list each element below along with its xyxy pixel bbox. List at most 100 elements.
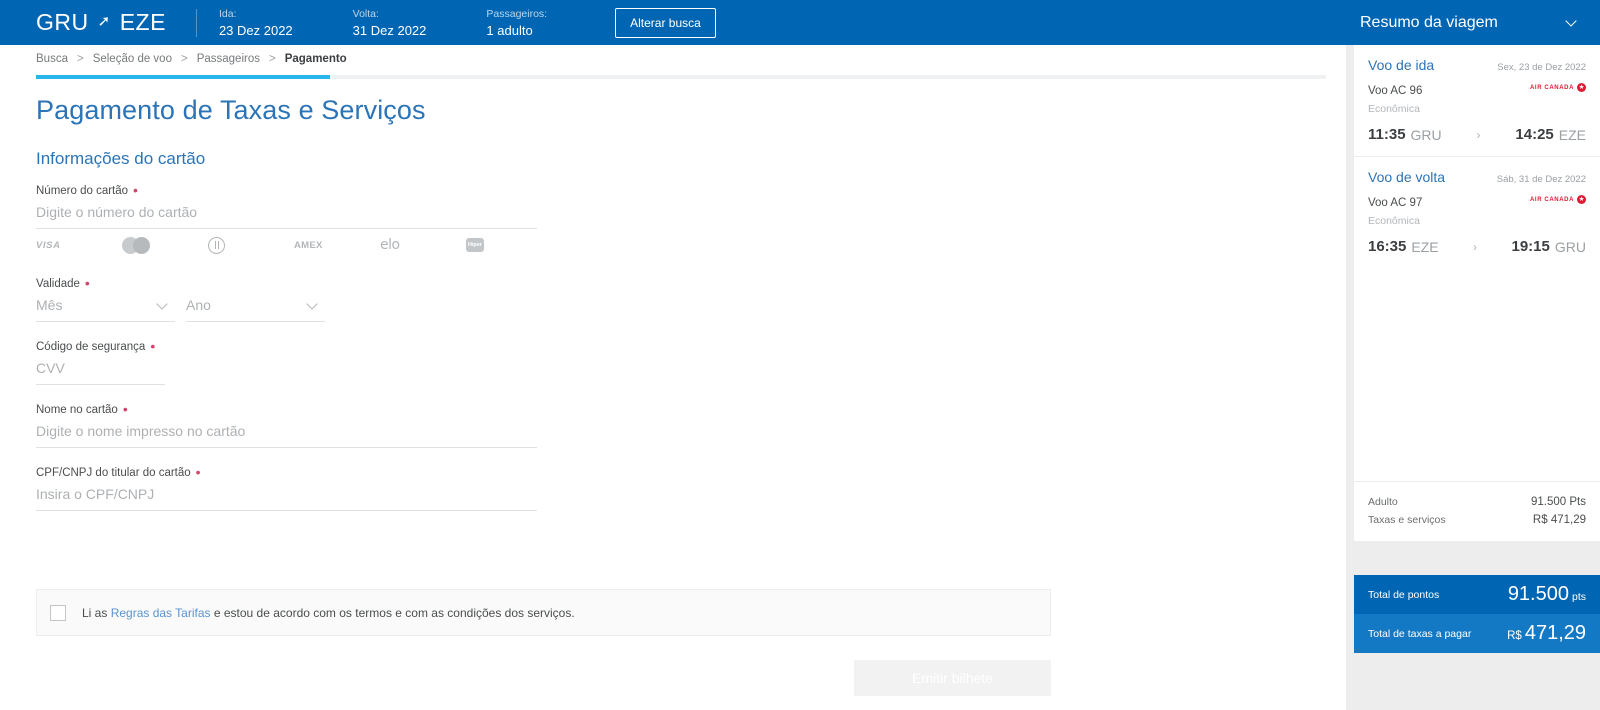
destination-code: EZE (119, 9, 166, 35)
return-flight-header: Voo de volta Sáb, 31 de Dez 2022 (1368, 169, 1586, 185)
inbound-date-label: Volta: (352, 7, 379, 20)
breadcrumb-wrapper: Busca > Seleção de voo > Passageiros > P… (36, 53, 347, 65)
card-name-label: Nome no cartão • (36, 401, 128, 417)
outbound-date-field: Ida: 23 Dez 2022 (219, 7, 293, 39)
outbound-flight-header: Voo de ida Sex, 23 de Dez 2022 (1368, 57, 1586, 73)
total-cash-amount: R$ 471,29 (1507, 622, 1586, 645)
route-summary: GRU ➚ EZE (36, 9, 166, 36)
breakdown-value: 91.500 Pts (1531, 496, 1586, 508)
total-cash-value: 471,29 (1524, 622, 1586, 644)
change-search-button[interactable]: Alterar busca (615, 7, 716, 38)
document-input[interactable] (36, 479, 537, 511)
return-arrive-time: 19:15 (1511, 238, 1550, 255)
inbound-date-value: 31 Dez 2022 (352, 22, 427, 38)
visa-logo-text: VISA (36, 239, 61, 251)
trip-summary-toggle[interactable]: Resumo da viagem (1346, 0, 1600, 45)
elo-logo-text: elo (380, 237, 400, 253)
card-form: Número do cartão • VISA AMEX (36, 182, 1046, 511)
card-name-label-text: Nome no cartão (36, 404, 118, 416)
return-flight-block: Voo de volta Sáb, 31 de Dez 2022 Voo AC … (1354, 156, 1600, 268)
card-name-field: Nome no cartão • (36, 401, 1046, 448)
return-flight-cabin: Econômica (1368, 215, 1420, 227)
total-cash-currency: R$ (1507, 630, 1522, 642)
amex-logo-text: AMEX (294, 239, 323, 251)
divider (195, 8, 197, 37)
breakdown-label: Taxas e serviços (1368, 514, 1446, 526)
outbound-date-label: Ida: (218, 7, 237, 20)
top-bar: GRU ➚ EZE Ida: 23 Dez 2022 Volta: 31 Dez… (0, 0, 1600, 45)
document-field: CPF/CNPJ do titular do cartão • (36, 465, 1046, 511)
breadcrumb-item-passageiros[interactable]: Passageiros (197, 53, 260, 65)
document-label-text: CPF/CNPJ do titular do cartão (36, 467, 191, 479)
terms-text: Li as Regras das Tarifas e estou de acor… (82, 606, 575, 620)
month-select[interactable]: Mês (36, 290, 175, 322)
passengers-label: Passageiros: (486, 7, 548, 20)
section-title-card-info: Informações do cartão (36, 149, 206, 168)
plane-icon: ➚ (97, 13, 111, 30)
breakdown-row-taxas: Taxas e serviços R$ 471,29 (1368, 511, 1586, 529)
inbound-date-field: Volta: 31 Dez 2022 (353, 7, 427, 39)
validity-selects-row: Mês Ano (36, 290, 1046, 322)
breadcrumb-separator: > (269, 53, 276, 65)
outbound-arrive-airport: EZE (1558, 126, 1586, 143)
elo-logo-icon: elo (380, 236, 466, 254)
total-cash-bar: Total de taxas a pagar R$ 471,29 (1354, 614, 1600, 653)
progress-track (36, 75, 1326, 79)
breadcrumb-separator: > (180, 53, 188, 65)
outbound-flight-block: Voo de ida Sex, 23 de Dez 2022 Voo AC 96… (1354, 45, 1600, 156)
outbound-date-value: 23 Dez 2022 (218, 22, 293, 38)
validity-label: Validade • (36, 275, 90, 291)
outbound-flight-subheader: Voo AC 96 Econômica AIR CANADA ★ (1368, 81, 1586, 117)
return-flight-date: Sáb, 31 de Dez 2022 (1496, 174, 1586, 185)
main-content: Busca > Seleção de voo > Passageiros > P… (0, 45, 1346, 710)
return-flight-number: Voo AC 97 (1368, 197, 1423, 209)
maple-leaf-icon: ★ (1577, 195, 1586, 204)
breadcrumb-separator: > (76, 53, 84, 65)
outbound-depart-airport: GRU (1410, 126, 1442, 143)
return-depart-time: 16:35 (1368, 238, 1407, 255)
breadcrumb-item-selecao-de-voo[interactable]: Seleção de voo (93, 53, 172, 65)
air-canada-logo: AIR CANADA ★ (1530, 195, 1586, 204)
total-cash-label: Total de taxas a pagar (1368, 627, 1472, 640)
breadcrumb: Busca > Seleção de voo > Passageiros > P… (36, 53, 347, 65)
outbound-flight-times: 11:35 GRU › 14:25 EZE (1368, 126, 1586, 143)
visa-logo-icon: VISA (36, 236, 122, 254)
sidebar-gap (1354, 541, 1600, 575)
breakdown-value: R$ 471,29 (1532, 514, 1586, 526)
total-points-amount: 91.500 pts (1508, 583, 1586, 606)
diners-logo-icon (208, 236, 294, 254)
security-code-input[interactable] (36, 353, 165, 385)
page-title: Pagamento de Taxas e Serviços (36, 95, 426, 125)
outbound-depart-time: 11:35 (1368, 126, 1406, 143)
trip-summary-sidebar: Voo de ida Sex, 23 de Dez 2022 Voo AC 96… (1346, 45, 1600, 710)
card-number-field: Número do cartão • (36, 182, 1046, 229)
trip-summary-title: Resumo da viagem (1360, 13, 1498, 31)
card-number-input[interactable] (36, 197, 537, 229)
breadcrumb-item-pagamento: Pagamento (284, 53, 347, 65)
terms-text-after: e estou de acordo com os termos e com as… (210, 605, 575, 620)
total-points-bar: Total de pontos 91.500 pts (1354, 575, 1600, 614)
breadcrumb-item-busca[interactable]: Busca (36, 53, 68, 65)
chevron-down-icon (1567, 17, 1578, 28)
return-flight-meta: Voo AC 97 Econômica (1368, 193, 1422, 229)
issue-ticket-button[interactable]: Emitir bilhete (854, 660, 1051, 696)
return-flight-subheader: Voo AC 97 Econômica AIR CANADA ★ (1368, 193, 1586, 229)
amex-logo-icon: AMEX (294, 236, 380, 254)
accepted-card-brands: VISA AMEX elo Hiper (36, 231, 537, 259)
fare-rules-link[interactable]: Regras das Tarifas (111, 606, 211, 620)
return-arrive-airport: GRU (1554, 238, 1586, 255)
card-name-input[interactable] (36, 416, 537, 448)
arrow-right-icon: › (1476, 127, 1481, 142)
validity-field: Validade • Mês Ano (36, 275, 1046, 322)
hiper-logo-icon: Hiper (466, 236, 526, 254)
progress-fill (36, 75, 330, 79)
airline-name-text: AIR CANADA (1530, 196, 1574, 203)
card-number-label: Número do cartão • (36, 182, 138, 198)
month-select-wrapper: Mês (36, 290, 175, 322)
year-select[interactable]: Ano (186, 290, 325, 322)
terms-text-before: Li as (82, 605, 111, 620)
validity-label-text: Validade (36, 278, 80, 290)
security-code-label: Código de segurança • (36, 338, 156, 354)
terms-checkbox[interactable] (50, 604, 66, 621)
